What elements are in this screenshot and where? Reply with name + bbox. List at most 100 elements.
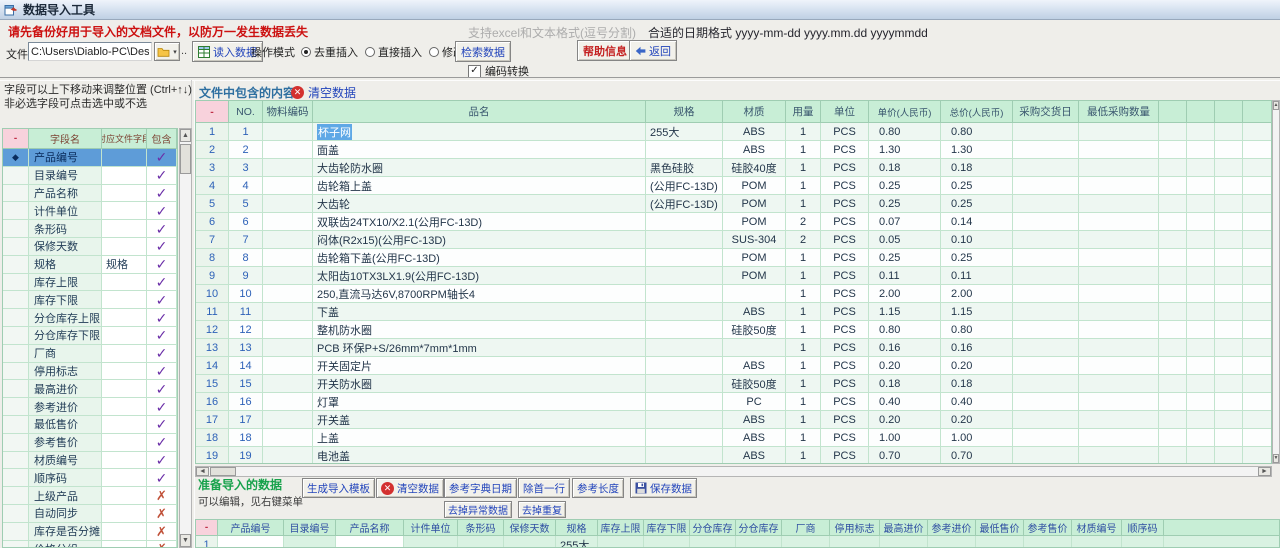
cell-qty[interactable]: 1: [786, 411, 821, 429]
row-number[interactable]: 18: [196, 429, 229, 447]
cell-code[interactable]: [263, 357, 313, 375]
row-number[interactable]: 19: [196, 447, 229, 464]
current-row-marker[interactable]: [3, 398, 29, 416]
content-header-no[interactable]: NO.: [229, 101, 263, 123]
cell-e3[interactable]: [1215, 123, 1243, 141]
scroll-up-arrow[interactable]: ▲: [180, 129, 191, 142]
cell-unit[interactable]: PCS: [821, 393, 869, 411]
cell-e3[interactable]: [1215, 429, 1243, 447]
cell-qty[interactable]: 1: [786, 375, 821, 393]
cell-no[interactable]: 15: [229, 375, 263, 393]
cell-e1[interactable]: [1159, 285, 1187, 303]
row-number[interactable]: 13: [196, 339, 229, 357]
cell-e4[interactable]: [1243, 231, 1272, 249]
cell-qty[interactable]: 1: [786, 177, 821, 195]
cell-minqty[interactable]: [1079, 303, 1159, 321]
cell-total[interactable]: 1.15: [941, 303, 1013, 321]
cell-code[interactable]: [263, 321, 313, 339]
field-row[interactable]: ◆产品编号✓: [3, 149, 177, 167]
file-field-cell[interactable]: [102, 291, 147, 309]
cell-e4[interactable]: [1243, 303, 1272, 321]
cell-name[interactable]: 整机防水圈: [313, 321, 646, 339]
cell-spec[interactable]: (公用FC-13D): [646, 195, 723, 213]
cell-e2[interactable]: [1187, 393, 1215, 411]
cell-e1[interactable]: [1159, 141, 1187, 159]
cell-code[interactable]: [263, 339, 313, 357]
cell-price[interactable]: 0.80: [869, 321, 941, 339]
cell-no[interactable]: 3: [229, 159, 263, 177]
cell-name[interactable]: 上盖: [313, 429, 646, 447]
cell-minqty[interactable]: [1079, 447, 1159, 464]
field-row[interactable]: 规格规格✓: [3, 256, 177, 274]
cell-e1[interactable]: [1159, 267, 1187, 285]
cell-material[interactable]: ABS: [723, 123, 786, 141]
preview-header-1[interactable]: 产品编号: [218, 520, 284, 536]
cell-e3[interactable]: [1215, 393, 1243, 411]
cell-spec[interactable]: [646, 285, 723, 303]
file-field-cell[interactable]: [102, 416, 147, 434]
cell-material[interactable]: [723, 285, 786, 303]
search-data-button[interactable]: 检索数据: [455, 41, 511, 62]
cell-price[interactable]: 0.07: [869, 213, 941, 231]
cell-e1[interactable]: [1159, 429, 1187, 447]
cell-minqty[interactable]: [1079, 177, 1159, 195]
cell-e3[interactable]: [1215, 375, 1243, 393]
field-row[interactable]: 最高进价✓: [3, 380, 177, 398]
header-field-name[interactable]: 字段名: [29, 129, 102, 149]
radio-icon[interactable]: [301, 47, 311, 57]
cell-minqty[interactable]: [1079, 339, 1159, 357]
cell-price[interactable]: 0.25: [869, 177, 941, 195]
current-row-marker[interactable]: [3, 505, 29, 523]
preview-table-corner[interactable]: -: [196, 520, 218, 536]
cell-spec[interactable]: [646, 321, 723, 339]
cell-name[interactable]: 齿轮箱下盖(公用FC-13D): [313, 249, 646, 267]
preview-header-16[interactable]: 最低售价: [976, 520, 1024, 536]
cell-e4[interactable]: [1243, 321, 1272, 339]
content-header-name[interactable]: 品名: [313, 101, 646, 123]
cell-price[interactable]: 0.70: [869, 447, 941, 464]
cell-e2[interactable]: [1187, 411, 1215, 429]
field-name-cell[interactable]: 库存是否分摊: [29, 523, 102, 541]
field-row[interactable]: 自动同步✗: [3, 505, 177, 523]
row-number[interactable]: 3: [196, 159, 229, 177]
cell-minqty[interactable]: [1079, 213, 1159, 231]
current-row-marker[interactable]: [3, 487, 29, 505]
cell-code[interactable]: [263, 231, 313, 249]
cell-e3[interactable]: [1215, 213, 1243, 231]
cell-no[interactable]: 1: [229, 123, 263, 141]
cell-e2[interactable]: [1187, 357, 1215, 375]
cell-name[interactable]: PCB 环保P+S/26mm*7mm*1mm: [313, 339, 646, 357]
field-name-cell[interactable]: 材质编号: [29, 452, 102, 470]
cell-e4[interactable]: [1243, 195, 1272, 213]
file-field-cell[interactable]: [102, 487, 147, 505]
table-row[interactable]: 44齿轮箱上盖(公用FC-13D)POM1PCS0.250.25: [196, 177, 1271, 195]
file-field-cell[interactable]: [102, 274, 147, 292]
cell-code[interactable]: [263, 213, 313, 231]
cell-name[interactable]: 开关盖: [313, 411, 646, 429]
preview-header-15[interactable]: 参考进价: [928, 520, 976, 536]
cell-e1[interactable]: [1159, 303, 1187, 321]
browse-folder-button[interactable]: ▾: [154, 42, 180, 61]
save-data-button[interactable]: 保存数据: [630, 478, 697, 498]
cell-price[interactable]: 0.40: [869, 393, 941, 411]
cell-qty[interactable]: 1: [786, 267, 821, 285]
cell-code[interactable]: [263, 429, 313, 447]
cell-unit[interactable]: PCS: [821, 195, 869, 213]
content-header-unit[interactable]: 单位: [821, 101, 869, 123]
clear-data-bottom-button[interactable]: ✕ 清空数据: [376, 478, 444, 498]
cell-total[interactable]: 0.40: [941, 393, 1013, 411]
include-check-icon[interactable]: ✓: [147, 256, 177, 274]
table-row[interactable]: 22面盖ABS1PCS1.301.30: [196, 141, 1271, 159]
content-header-qty[interactable]: 用量: [786, 101, 821, 123]
include-check-icon[interactable]: ✓: [147, 434, 177, 452]
cell-unit[interactable]: PCS: [821, 303, 869, 321]
cell-e1[interactable]: [1159, 177, 1187, 195]
field-name-cell[interactable]: 库存上限: [29, 274, 102, 292]
cell-e4[interactable]: [1243, 375, 1272, 393]
cell-code[interactable]: [263, 123, 313, 141]
cell-unit[interactable]: PCS: [821, 339, 869, 357]
table-row[interactable]: 1818上盖ABS1PCS1.001.00: [196, 429, 1271, 447]
cell-material[interactable]: POM: [723, 267, 786, 285]
row-number[interactable]: 16: [196, 393, 229, 411]
preview-header-7[interactable]: 规格: [556, 520, 598, 536]
